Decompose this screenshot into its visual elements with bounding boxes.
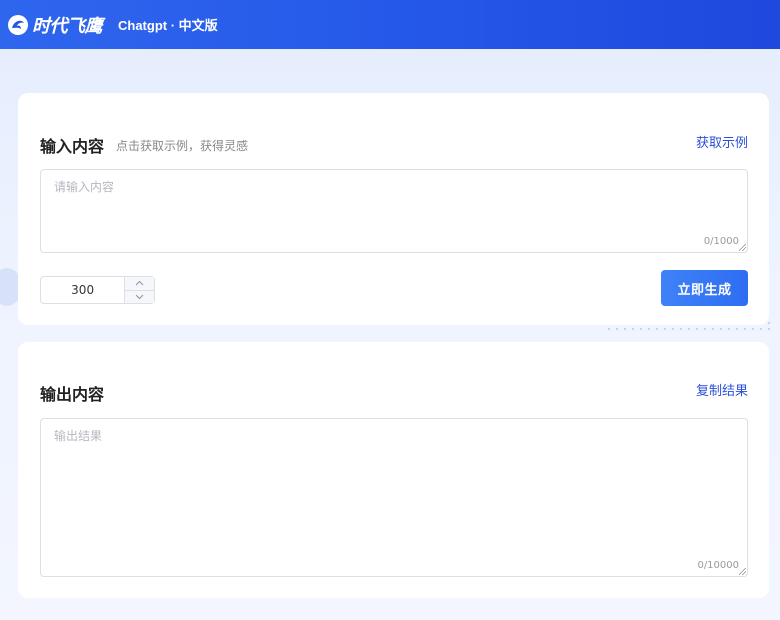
chevron-down-icon	[135, 294, 144, 299]
output-card: 输出内容 复制结果 输出结果 0/10000	[18, 342, 769, 598]
stepper-decrease-button[interactable]	[125, 289, 154, 304]
brand-name: 时代飞鹰	[32, 15, 103, 37]
input-textarea[interactable]: 请输入内容 0/1000	[40, 169, 748, 253]
stepper-increase-button[interactable]	[125, 277, 154, 290]
chevron-up-icon	[135, 281, 144, 286]
length-stepper[interactable]: 300	[40, 276, 155, 304]
top-bar: 时代飞鹰 Chatgpt · 中文版	[0, 0, 780, 49]
input-textarea-placeholder: 请输入内容	[54, 180, 115, 194]
input-char-counter: 0/1000	[703, 236, 739, 247]
output-card-title: 输出内容	[40, 385, 105, 404]
product-label: Chatgpt · 中文版	[118, 18, 218, 33]
stepper-value[interactable]: 300	[41, 277, 126, 303]
resize-handle-icon[interactable]	[739, 244, 746, 251]
input-card-title: 输入内容	[40, 137, 105, 156]
output-textarea-placeholder: 输出结果	[54, 429, 103, 443]
get-example-link[interactable]: 获取示例	[696, 132, 748, 151]
copy-result-link[interactable]: 复制结果	[696, 380, 748, 399]
stepper-controls	[125, 277, 154, 303]
resize-handle-icon[interactable]	[739, 568, 746, 575]
output-char-counter: 0/10000	[697, 560, 739, 571]
generate-button[interactable]: 立即生成	[661, 270, 748, 306]
output-textarea[interactable]: 输出结果 0/10000	[40, 418, 748, 577]
input-card: 输入内容 点击获取示例，获得灵感 获取示例 请输入内容 0/1000 300 立…	[18, 93, 769, 325]
input-card-hint: 点击获取示例，获得灵感	[116, 139, 249, 153]
eagle-logo-icon[interactable]	[7, 14, 29, 36]
